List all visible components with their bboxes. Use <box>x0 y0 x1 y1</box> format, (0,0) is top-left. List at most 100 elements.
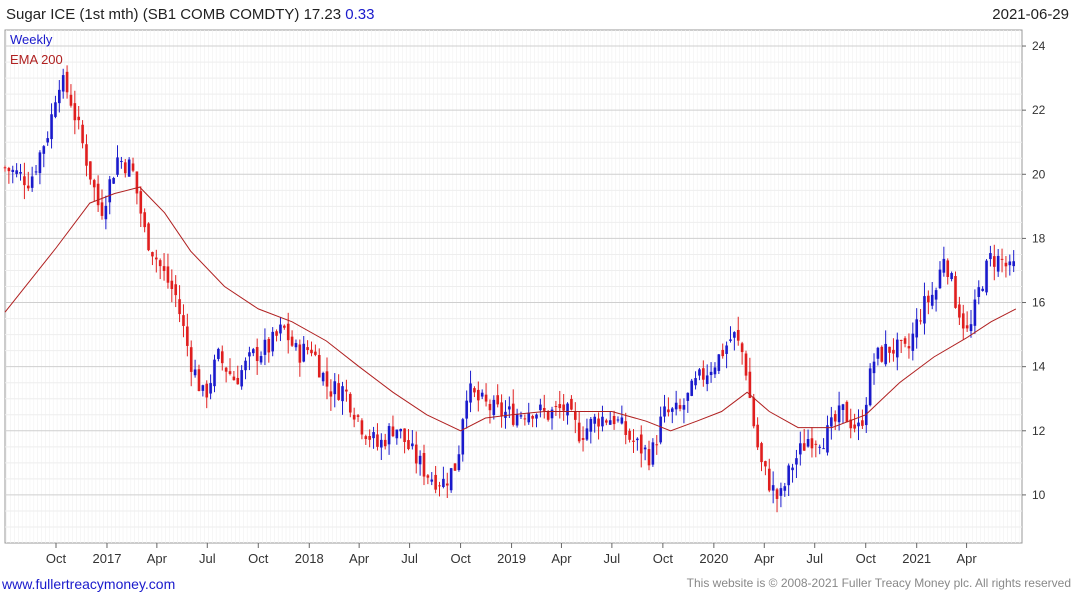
candle-body <box>508 406 511 410</box>
candle-body <box>23 176 26 186</box>
candle-body <box>915 319 918 338</box>
candle-body <box>725 345 728 354</box>
candle-body <box>193 369 197 376</box>
candle-body <box>352 414 356 420</box>
candle-body <box>496 395 500 405</box>
candle-body <box>189 347 193 372</box>
y-tick-label: 14 <box>1032 360 1046 374</box>
candle-body <box>123 162 127 174</box>
candle-body <box>992 256 996 267</box>
candle-body <box>139 191 143 214</box>
candle-body <box>151 252 154 257</box>
candle-body <box>585 428 589 440</box>
candle-body <box>985 260 988 293</box>
candle-body <box>969 324 973 332</box>
candle-body <box>283 325 286 328</box>
candle-body <box>954 276 957 308</box>
candle-body <box>321 372 325 382</box>
candle-body <box>946 260 950 277</box>
x-tick-label: Jul <box>199 551 216 566</box>
candle-body <box>895 339 899 358</box>
candle-body <box>702 368 705 380</box>
candle-body <box>903 338 907 344</box>
candle-body <box>795 458 798 465</box>
candle-body <box>833 414 837 422</box>
candle-body <box>89 161 92 180</box>
candle-body <box>275 331 278 336</box>
candle-body <box>19 171 22 174</box>
candle-body <box>647 449 651 466</box>
candle-body <box>616 419 620 421</box>
candle-body <box>69 94 73 106</box>
candle-body <box>845 401 849 423</box>
candle-body <box>434 474 437 490</box>
candle-body <box>213 359 216 387</box>
candle-body <box>787 465 790 486</box>
candle-body <box>162 266 166 271</box>
y-tick-label: 16 <box>1032 296 1046 310</box>
candle-body <box>217 348 220 359</box>
candle-body <box>740 343 744 353</box>
candle-body <box>670 408 674 412</box>
x-tick-label: Oct <box>653 551 674 566</box>
candle-body <box>519 415 523 417</box>
candle-body <box>802 443 806 451</box>
candle-body <box>341 386 344 402</box>
candle-body <box>329 391 333 397</box>
candle-body <box>314 351 317 355</box>
candle-body <box>414 444 418 464</box>
candle-body <box>899 339 903 341</box>
candle-body <box>259 356 263 363</box>
y-tick-label: 18 <box>1032 231 1046 245</box>
candle-body <box>387 426 391 445</box>
candle-body <box>61 75 65 92</box>
candle-body <box>806 439 810 447</box>
candle-body <box>430 479 434 482</box>
candle-body <box>108 179 112 203</box>
price-chart: 10 12 14 16 18 20 22 24 Oct 2017 Apr Jul Oct 2018 Apr J… <box>3 29 1046 566</box>
candle-body <box>608 420 612 425</box>
x-tick-label: Jul <box>604 551 621 566</box>
website-link[interactable]: www.fullertreacymoney.com <box>2 576 175 592</box>
candle-body <box>465 400 468 419</box>
candle-body <box>810 438 814 449</box>
x-tick-label: 2018 <box>295 551 324 566</box>
candle-body <box>550 409 554 419</box>
candle-body <box>628 430 631 440</box>
candle-body <box>255 347 259 362</box>
candle-body <box>294 343 298 348</box>
candle-body <box>158 260 162 267</box>
candle-body <box>155 257 158 260</box>
candle-body <box>907 346 911 349</box>
x-tick-label: Apr <box>956 551 977 566</box>
candle-body <box>546 411 550 420</box>
candle-body <box>469 383 472 403</box>
candle-body <box>38 152 42 174</box>
x-tick-label: Jul <box>401 551 418 566</box>
candle-body <box>473 388 476 393</box>
candle-body <box>643 447 647 450</box>
candle-body <box>636 438 639 441</box>
candle-body <box>919 320 922 322</box>
candle-body <box>85 144 88 166</box>
candle-body <box>240 370 243 387</box>
candle-body <box>251 349 255 354</box>
candle-body <box>30 176 34 188</box>
candle-body <box>58 89 61 104</box>
candle-body <box>224 367 228 372</box>
candle-body <box>709 371 713 376</box>
candle-body <box>50 114 53 140</box>
candle-body <box>830 417 833 427</box>
candle-body <box>348 393 352 413</box>
candle-body <box>927 295 930 303</box>
candle-body <box>504 411 507 418</box>
candle-body <box>880 346 884 362</box>
candle-body <box>201 385 205 391</box>
candle-body <box>120 160 123 162</box>
candle-body <box>492 399 496 415</box>
candle-body <box>783 486 787 491</box>
candle-body <box>197 369 201 392</box>
candle-body <box>930 294 934 306</box>
candle-body <box>717 354 721 371</box>
candle-body <box>368 435 371 440</box>
